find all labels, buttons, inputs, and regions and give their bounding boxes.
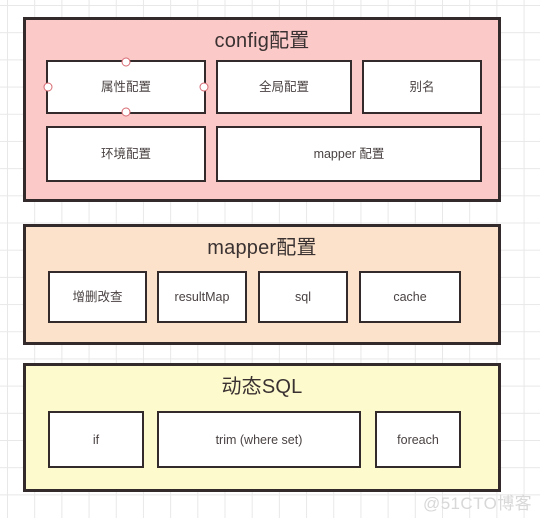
- node-mapper-config[interactable]: mapper 配置: [216, 126, 482, 182]
- node-label: 别名: [409, 80, 435, 94]
- node-if[interactable]: if: [48, 411, 144, 468]
- node-foreach[interactable]: foreach: [375, 411, 461, 468]
- node-resultmap[interactable]: resultMap: [157, 271, 247, 323]
- node-environment-config[interactable]: 环境配置: [46, 126, 206, 182]
- node-trim[interactable]: trim (where set): [157, 411, 361, 468]
- group-mapper[interactable]: mapper配置 增删改查 resultMap sql cache: [23, 224, 501, 345]
- resize-handle-top-icon[interactable]: [121, 57, 131, 67]
- node-cache[interactable]: cache: [359, 271, 461, 323]
- node-label: 全局配置: [258, 80, 309, 94]
- node-label: mapper 配置: [313, 147, 385, 161]
- node-alias[interactable]: 别名: [362, 60, 482, 114]
- node-label: 增删改查: [72, 290, 123, 304]
- node-label: 环境配置: [100, 147, 151, 161]
- group-dynamic-sql[interactable]: 动态SQL if trim (where set) foreach: [23, 363, 501, 492]
- resize-handle-bottom-icon[interactable]: [121, 107, 131, 117]
- node-crud[interactable]: 增删改查: [48, 271, 147, 323]
- watermark: @51CTO博客: [423, 494, 532, 513]
- node-label: trim (where set): [215, 432, 303, 447]
- node-label: sql: [295, 290, 311, 304]
- node-label: resultMap: [174, 290, 230, 304]
- resize-handle-right-icon[interactable]: [199, 82, 209, 92]
- node-label: foreach: [397, 432, 439, 447]
- group-config-title: config配置: [214, 30, 310, 52]
- group-config[interactable]: config配置 属性配置 全局配置 别名 环境配置 mapper 配置: [23, 17, 501, 202]
- node-label: cache: [393, 290, 427, 304]
- diagram-canvas[interactable]: config配置 属性配置 全局配置 别名 环境配置 mapper 配置 map…: [0, 0, 540, 518]
- group-mapper-title: mapper配置: [207, 237, 317, 259]
- node-global-config[interactable]: 全局配置: [216, 60, 352, 114]
- group-dynamic-sql-title: 动态SQL: [221, 376, 303, 398]
- node-sql[interactable]: sql: [258, 271, 348, 323]
- resize-handle-left-icon[interactable]: [43, 82, 53, 92]
- node-label: 属性配置: [100, 80, 151, 94]
- node-attribute-config[interactable]: 属性配置: [43, 57, 209, 117]
- node-label: if: [92, 432, 100, 447]
